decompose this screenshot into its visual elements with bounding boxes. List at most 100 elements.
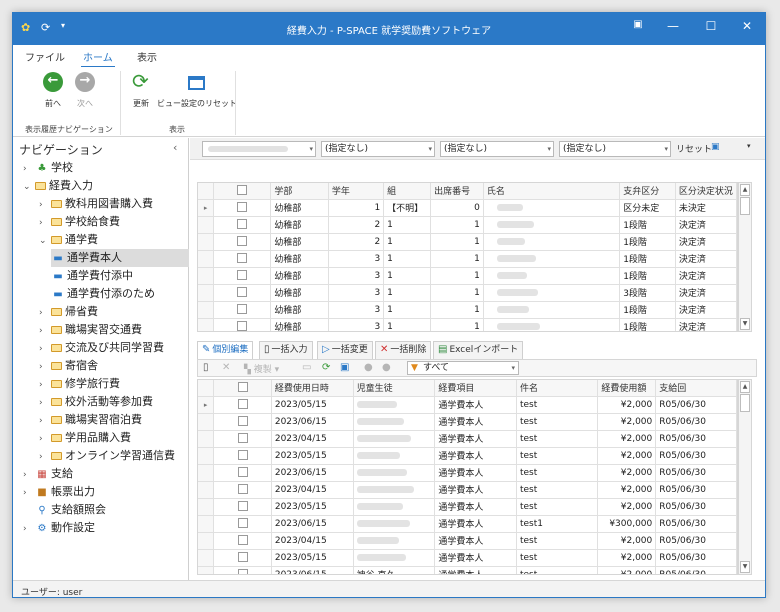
table-cell[interactable] xyxy=(353,396,436,414)
table-cell[interactable]: 2023/06/15 xyxy=(271,566,354,574)
table-cell[interactable]: 通学費本人 xyxy=(434,515,517,533)
table-row[interactable]: 2023/05/15 通学費本人 test ¥2,000 R05/06/30 xyxy=(198,498,737,516)
row-checkbox[interactable] xyxy=(237,253,248,263)
filter-select-4[interactable]: (指定なし) ▾ xyxy=(559,141,671,157)
table-cell[interactable]: 1段階 xyxy=(619,318,676,331)
table-cell[interactable]: test xyxy=(516,532,599,550)
col-header[interactable]: 支弁区分 xyxy=(619,183,676,200)
table-cell[interactable]: 通学費本人 xyxy=(434,413,517,431)
nav-reports[interactable]: › ■ 帳票出力 xyxy=(23,483,95,501)
table-cell[interactable] xyxy=(353,413,436,431)
table-cell[interactable]: 通学費本人 xyxy=(434,430,517,448)
table-cell[interactable]: 0 xyxy=(430,199,484,217)
new-icon[interactable]: ▯ xyxy=(203,362,209,373)
table-cell[interactable]: 2023/05/15 xyxy=(271,498,354,516)
table-cell[interactable]: R05/06/30 xyxy=(655,413,737,431)
col-header[interactable]: 氏名 xyxy=(483,183,621,200)
row-checkbox[interactable] xyxy=(237,552,248,562)
row-checkbox[interactable] xyxy=(237,518,248,528)
row-checkbox[interactable] xyxy=(237,501,248,511)
table-cell[interactable]: R05/06/30 xyxy=(655,430,737,448)
table-cell[interactable]: 幼稚部 xyxy=(270,199,329,217)
table-row[interactable]: 2023/06/15 通学費本人 test1 ¥300,000 R05/06/30 xyxy=(198,515,737,533)
table-cell[interactable] xyxy=(483,199,621,217)
table-cell[interactable]: 2023/04/15 xyxy=(271,532,354,550)
col-header[interactable]: 経費使用日時 xyxy=(271,380,354,397)
row-checkbox[interactable] xyxy=(237,467,248,477)
table-cell[interactable]: 1 xyxy=(430,318,484,331)
table-cell[interactable]: 通学費本人 xyxy=(434,532,517,550)
col-header[interactable]: 学年 xyxy=(328,183,385,200)
nav-outside-activity[interactable]: › 校外活動等参加費 xyxy=(39,393,153,411)
table-row[interactable]: 幼稚部 3 1 1 1段階 決定済 xyxy=(198,318,737,331)
table-cell[interactable]: test xyxy=(516,396,599,414)
table-row[interactable]: 幼稚部 2 1 1 1段階 決定済 xyxy=(198,233,737,251)
table-row[interactable]: 幼稚部 3 1 1 1段階 決定済 xyxy=(198,301,737,319)
table-row[interactable]: 2023/06/15神谷 直久通学費本人test¥2,000R05/06/30 xyxy=(198,566,737,574)
row-checkbox[interactable] xyxy=(237,535,248,545)
nav-school[interactable]: › ♣ 学校 xyxy=(23,159,73,177)
table-cell[interactable]: 2023/06/15 xyxy=(271,515,354,533)
menu-view[interactable]: 表示 xyxy=(137,49,157,64)
minimize-button[interactable]: — xyxy=(663,19,683,33)
tab-bulk-input[interactable]: ▯ 一括入力 xyxy=(259,341,313,359)
table-cell[interactable]: ¥300,000 xyxy=(597,515,657,533)
nav-commute-self[interactable]: ▬ 通学費本人 xyxy=(51,249,189,267)
filter-select-1[interactable]: ▾ xyxy=(202,141,316,157)
table-cell[interactable]: test xyxy=(516,566,599,574)
row-checkbox[interactable] xyxy=(237,202,248,212)
refresh-button[interactable]: ⟳ 更新 xyxy=(125,69,157,109)
col-header[interactable]: 出席番号 xyxy=(430,183,484,200)
filter-dropdown[interactable]: ▼ すべて ▾ xyxy=(407,361,519,375)
table-cell[interactable]: 通学費本人 xyxy=(434,464,517,482)
table-cell[interactable] xyxy=(483,318,621,331)
col-header[interactable]: 経費項目 xyxy=(434,380,517,397)
table-row[interactable]: ▸ 2023/05/15 通学費本人 test ¥2,000 R05/06/30 xyxy=(198,396,737,414)
row-checkbox[interactable] xyxy=(237,399,248,409)
display-mode-icon[interactable]: ▣ xyxy=(628,19,648,30)
table-cell[interactable]: 決定済 xyxy=(675,284,737,302)
table-cell[interactable]: 決定済 xyxy=(675,318,737,331)
table-cell[interactable]: 通学費本人 xyxy=(434,481,517,499)
table-cell[interactable]: test xyxy=(516,413,599,431)
table-cell[interactable]: 2023/06/15 xyxy=(271,413,354,431)
table-row[interactable]: 2023/06/15 通学費本人 test ¥2,000 R05/06/30 xyxy=(198,464,737,482)
up-icon[interactable]: ● xyxy=(364,362,373,373)
table-cell[interactable] xyxy=(483,284,621,302)
scroll-up-icon[interactable]: ▲ xyxy=(740,184,750,196)
row-checkbox[interactable] xyxy=(237,287,248,297)
col-header[interactable]: 学部 xyxy=(270,183,329,200)
nav-settings[interactable]: › ⚙ 動作設定 xyxy=(23,519,95,537)
table-cell[interactable]: 決定済 xyxy=(675,301,737,319)
table-cell[interactable]: 3 xyxy=(328,267,385,285)
row-checkbox[interactable] xyxy=(237,484,248,494)
nav-payment-inquiry[interactable]: ⚲ 支給額照会 xyxy=(35,501,106,519)
maximize-button[interactable]: ☐ xyxy=(701,19,721,33)
table-cell[interactable]: ¥2,000 xyxy=(597,430,657,448)
table-row[interactable]: 幼稚部 3 1 1 1段階 決定済 xyxy=(198,250,737,268)
table-cell[interactable]: 2 xyxy=(328,233,385,251)
table-cell[interactable]: ¥2,000 xyxy=(597,498,657,516)
table-row[interactable]: 2023/05/15 通学費本人 test ¥2,000 R05/06/30 xyxy=(198,549,737,567)
table-cell[interactable]: ¥2,000 xyxy=(597,549,657,567)
table-row[interactable]: 幼稚部 3 1 1 3段階 決定済 xyxy=(198,284,737,302)
tab-individual-edit[interactable]: ✎ 個別編集 xyxy=(197,341,254,359)
table-cell[interactable]: 通学費本人 xyxy=(434,566,517,574)
table-cell[interactable]: 幼稚部 xyxy=(270,284,329,302)
table-cell[interactable]: test xyxy=(516,498,599,516)
table-cell[interactable]: 1 xyxy=(383,267,432,285)
table-cell[interactable] xyxy=(483,216,621,234)
table-cell[interactable]: 1 xyxy=(383,216,432,234)
table-cell[interactable]: 2023/04/15 xyxy=(271,430,354,448)
forward-button[interactable]: → 次へ xyxy=(71,71,99,109)
table-cell[interactable]: 1 xyxy=(383,301,432,319)
nav-homecoming[interactable]: › 帰省費 xyxy=(39,303,98,321)
table-cell[interactable]: 3 xyxy=(328,318,385,331)
tab-excel-import[interactable]: ▤ Excelインポート xyxy=(433,341,524,359)
upper-scrollbar[interactable]: ▲ ▼ xyxy=(738,182,752,332)
table-row[interactable]: 2023/04/15 通学費本人 test ¥2,000 R05/06/30 xyxy=(198,430,737,448)
save-icon[interactable]: ▭ xyxy=(302,362,311,373)
table-cell[interactable]: 通学費本人 xyxy=(434,447,517,465)
table-row[interactable]: 幼稚部 3 1 1 1段階 決定済 xyxy=(198,267,737,285)
col-header[interactable]: 区分決定状況 xyxy=(675,183,737,200)
